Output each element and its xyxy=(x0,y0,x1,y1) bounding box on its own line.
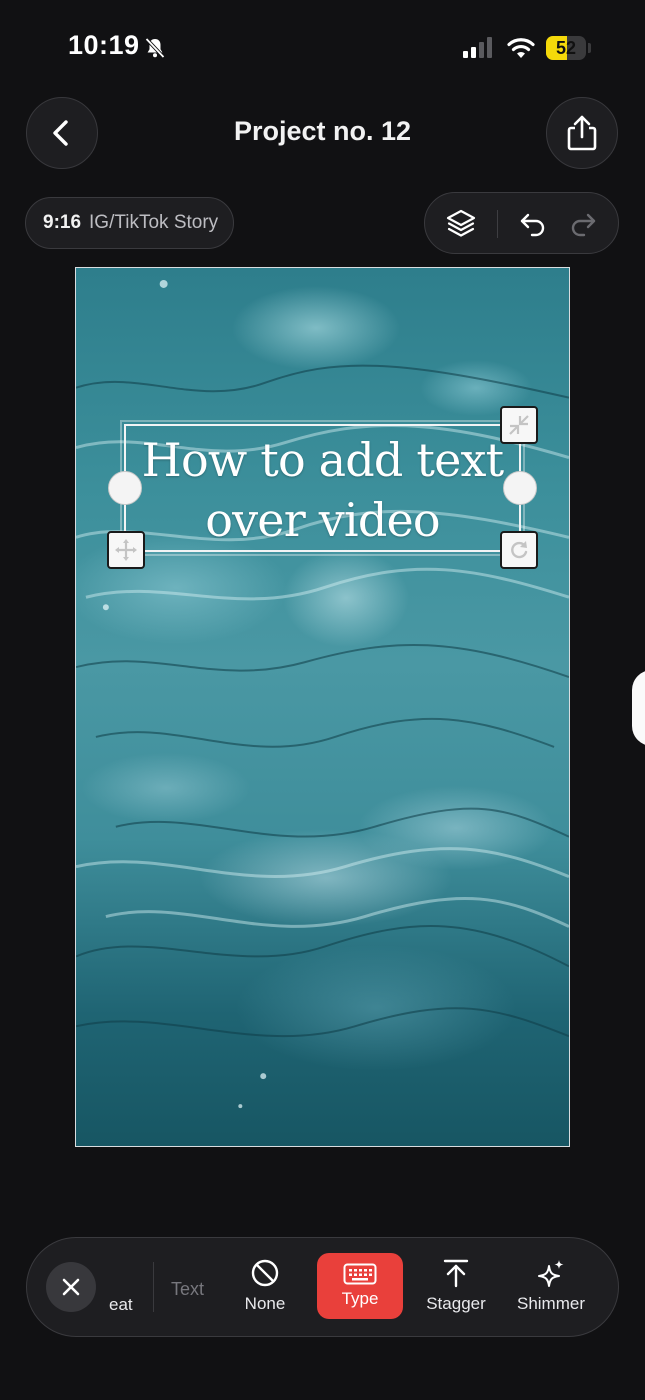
none-icon xyxy=(251,1259,279,1287)
bell-muted-icon xyxy=(145,37,165,59)
redo-icon xyxy=(571,213,596,237)
option-label: Shimmer xyxy=(516,1294,585,1313)
overlay-text[interactable]: How to add text over video xyxy=(126,430,519,550)
battery-icon: 52 xyxy=(546,36,586,60)
option-label: Stagger xyxy=(426,1294,486,1313)
layers-icon xyxy=(446,209,476,237)
wifi-icon xyxy=(507,38,535,58)
rotate-handle[interactable] xyxy=(500,531,538,569)
share-icon xyxy=(567,115,597,151)
video-canvas[interactable]: How to add text over video xyxy=(75,267,570,1147)
back-button[interactable] xyxy=(26,97,98,169)
animation-option-shimmer[interactable]: Shimmer xyxy=(511,1258,591,1328)
status-time: 10:19 xyxy=(68,30,140,60)
toolbar-divider xyxy=(153,1262,154,1312)
battery-level: 52 xyxy=(555,38,577,58)
layers-button[interactable] xyxy=(435,193,487,253)
water-background xyxy=(76,279,569,1109)
edit-tools-group xyxy=(424,192,619,254)
close-button[interactable] xyxy=(46,1262,96,1312)
format-name: IG/TikTok Story xyxy=(89,212,219,233)
partial-option-label[interactable]: eat xyxy=(109,1295,133,1315)
page-title: Project no. 12 xyxy=(233,116,412,146)
rotate-icon xyxy=(511,541,528,559)
move-icon xyxy=(115,539,137,561)
undo-icon xyxy=(520,213,545,237)
keyboard-icon xyxy=(343,1263,377,1285)
resize-handle[interactable] xyxy=(500,406,538,444)
format-ratio: 9:16 xyxy=(43,212,82,233)
tools-divider xyxy=(497,210,498,238)
share-button[interactable] xyxy=(546,97,618,169)
sparkle-icon xyxy=(538,1260,564,1287)
arrow-up-bar-icon xyxy=(443,1259,469,1288)
status-bar: 10:19 52 xyxy=(0,0,645,96)
overlay-text-line1: How to add text xyxy=(141,433,504,487)
right-width-handle[interactable] xyxy=(503,471,537,505)
chevron-left-icon xyxy=(53,120,68,146)
resize-icon xyxy=(509,415,529,435)
section-label: Text xyxy=(171,1279,205,1299)
left-width-handle[interactable] xyxy=(108,471,142,505)
side-panel-handle[interactable] xyxy=(632,670,645,746)
undo-button[interactable] xyxy=(507,193,559,253)
text-overlay-box[interactable]: How to add text over video xyxy=(120,420,525,556)
redo-button[interactable] xyxy=(557,193,609,253)
option-label: None xyxy=(244,1294,286,1313)
cellular-signal-icon xyxy=(463,37,492,58)
close-icon xyxy=(62,1278,80,1296)
animation-toolbar: eat Text None Type Stagger Shimmer xyxy=(26,1237,619,1337)
move-handle[interactable] xyxy=(107,531,145,569)
battery-tip xyxy=(588,43,591,53)
overlay-text-line2: over video xyxy=(205,493,440,547)
format-selector[interactable]: 9:16 IG/TikTok Story xyxy=(25,197,234,249)
option-label: Type xyxy=(341,1289,379,1308)
animation-option-none[interactable]: None xyxy=(231,1258,299,1328)
animation-option-type[interactable]: Type xyxy=(317,1253,403,1319)
animation-option-stagger[interactable]: Stagger xyxy=(419,1258,493,1328)
